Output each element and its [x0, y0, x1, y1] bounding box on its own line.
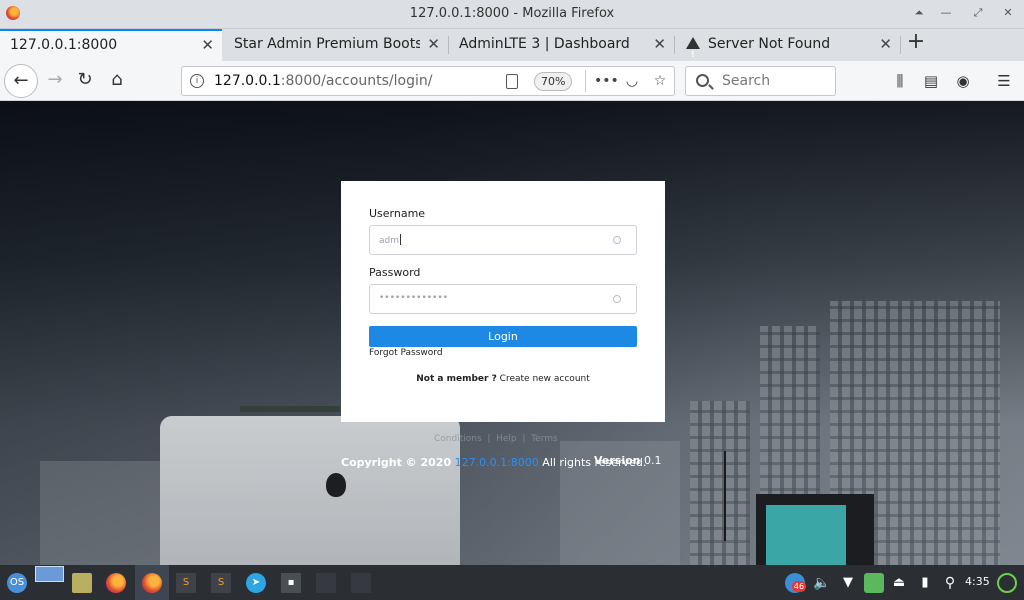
tab-bar: 127.0.0.1:8000 ✕ Star Admin Premium Boot…: [0, 29, 1024, 61]
terms-link[interactable]: Terms: [531, 434, 558, 444]
search-input[interactable]: Search: [685, 66, 836, 96]
username-label: Username: [369, 207, 426, 220]
password-label: Password: [369, 266, 421, 279]
sublime-text-icon[interactable]: S: [211, 573, 231, 593]
url-host: 127.0.0.1: [214, 73, 281, 89]
clock: 4:35: [965, 575, 990, 588]
url-path: :8000/accounts/login/: [280, 73, 433, 89]
window-restore-button[interactable]: ⤢: [970, 5, 986, 21]
site-info-icon[interactable]: i: [190, 74, 204, 88]
url-text[interactable]: 127.0.0.1:8000/accounts/login/: [214, 73, 432, 89]
signup-prompt: Not a member ? Create new account: [341, 374, 665, 384]
back-button[interactable]: ←: [4, 64, 38, 98]
taskbar-window-icon[interactable]: [316, 573, 336, 593]
copyright-prefix: Copyright © 2020: [341, 456, 452, 469]
firefox-window-icon[interactable]: [142, 573, 162, 593]
background-photo: [766, 505, 846, 565]
background-building: [40, 461, 160, 565]
window-minimize-button[interactable]: —: [938, 5, 954, 21]
background-computer: [160, 416, 460, 565]
window-close-button[interactable]: ✕: [1000, 5, 1016, 21]
create-account-link[interactable]: Create new account: [500, 374, 590, 384]
window-titlebar: 127.0.0.1:8000 - Mozilla Firefox ⏶ — ⤢ ✕: [0, 0, 1024, 29]
pocket-icon[interactable]: ◡: [622, 71, 642, 91]
background-building: [690, 401, 750, 565]
tab-label: 127.0.0.1:8000: [10, 37, 118, 53]
file-manager-icon[interactable]: [72, 573, 92, 593]
package-manager-icon[interactable]: [864, 573, 884, 593]
window-shade-icon[interactable]: ⏶: [911, 5, 927, 21]
search-placeholder: Search: [722, 73, 771, 89]
telegram-icon[interactable]: ➤: [246, 573, 266, 593]
search-icon: [696, 74, 709, 87]
login-button[interactable]: Login: [369, 326, 637, 347]
help-link[interactable]: Help: [496, 434, 517, 444]
tab-label: AdminLTE 3 | Dashboard: [459, 36, 630, 52]
start-menu-icon[interactable]: OS: [7, 573, 27, 593]
bookmark-star-icon[interactable]: ☆: [650, 71, 670, 91]
warning-icon: [686, 37, 700, 61]
home-button[interactable]: ⌂: [102, 65, 132, 95]
page-actions-icon[interactable]: •••: [594, 71, 619, 91]
tab-label: Server Not Found: [708, 36, 831, 52]
tab-server-not-found[interactable]: Server Not Found ✕: [676, 29, 900, 61]
sidebar-icon[interactable]: ▤: [920, 70, 942, 92]
background-stem: [724, 451, 726, 541]
password-field[interactable]: •••••••••••••: [369, 284, 637, 314]
forward-button[interactable]: →: [40, 65, 70, 95]
firefox-icon[interactable]: [106, 573, 126, 593]
footer-links: Conditions | Help | Terms: [434, 434, 558, 444]
taskbar: OS S S ➤ ▪ 46 🔈 ▼ ⏏ ▮ ⚲ 4:35: [0, 565, 1024, 600]
taskbar-window-icon[interactable]: [351, 573, 371, 593]
member-prompt-text: Not a member ?: [416, 374, 497, 384]
close-tab-icon[interactable]: ✕: [879, 29, 892, 60]
tab-separator: [674, 36, 675, 54]
tab-star-admin[interactable]: Star Admin Premium Bootst ✕: [224, 29, 448, 61]
volume-icon[interactable]: 🔈: [812, 573, 832, 593]
apple-logo-icon: [326, 473, 346, 497]
tab-separator: [900, 36, 901, 54]
attachment-icon[interactable]: ⚲: [940, 573, 960, 593]
url-bar[interactable]: i 127.0.0.1:8000/accounts/login/ 70% •••…: [181, 66, 675, 96]
tab-label: Star Admin Premium Bootst: [234, 36, 420, 52]
close-tab-icon[interactable]: ✕: [653, 29, 666, 60]
field-status-icon: [613, 236, 621, 244]
url-separator: [585, 70, 586, 92]
tab-adminlte[interactable]: AdminLTE 3 | Dashboard ✕: [449, 29, 674, 61]
terminal-icon[interactable]: ▪: [281, 573, 301, 593]
conditions-link[interactable]: Conditions: [434, 434, 482, 444]
battery-icon[interactable]: ▮: [915, 573, 935, 593]
eject-icon[interactable]: ⏏: [889, 573, 909, 593]
tab-localhost[interactable]: 127.0.0.1:8000 ✕: [0, 29, 222, 61]
sublime-text-icon[interactable]: S: [176, 573, 196, 593]
new-tab-button[interactable]: +: [904, 31, 928, 55]
login-card: Username adm Password ••••••••••••• Logi…: [341, 181, 665, 422]
version-label: Version: [594, 454, 641, 467]
copyright-site-link[interactable]: 127.0.0.1:8000: [455, 456, 539, 469]
window-title: 127.0.0.1:8000 - Mozilla Firefox: [409, 6, 615, 21]
background-plant: [240, 406, 340, 412]
library-icon[interactable]: ⫼: [889, 70, 911, 92]
version-info: Version 0.1: [594, 454, 662, 467]
forgot-password-link[interactable]: Forgot Password: [369, 348, 443, 358]
page-content: Username adm Password ••••••••••••• Logi…: [0, 101, 1024, 565]
close-tab-icon[interactable]: ✕: [201, 31, 214, 60]
field-status-icon: [613, 295, 621, 303]
notification-badge: 46: [792, 581, 806, 592]
wifi-icon[interactable]: ▼: [838, 573, 858, 593]
username-field[interactable]: adm: [369, 225, 637, 255]
version-value: 0.1: [644, 454, 662, 467]
account-icon[interactable]: ◉: [952, 70, 974, 92]
username-value: adm: [379, 234, 401, 246]
navigation-toolbar: ← → ↻ ⌂ i 127.0.0.1:8000/accounts/login/…: [0, 61, 1024, 101]
menu-icon[interactable]: ☰: [993, 70, 1015, 92]
reload-button[interactable]: ↻: [70, 65, 100, 95]
close-tab-icon[interactable]: ✕: [427, 29, 440, 60]
workspace-switcher-icon[interactable]: [35, 566, 64, 582]
password-value: •••••••••••••: [379, 293, 449, 303]
power-icon[interactable]: [997, 573, 1017, 593]
zoom-level-badge[interactable]: 70%: [534, 72, 573, 91]
reader-view-icon[interactable]: [506, 74, 518, 89]
